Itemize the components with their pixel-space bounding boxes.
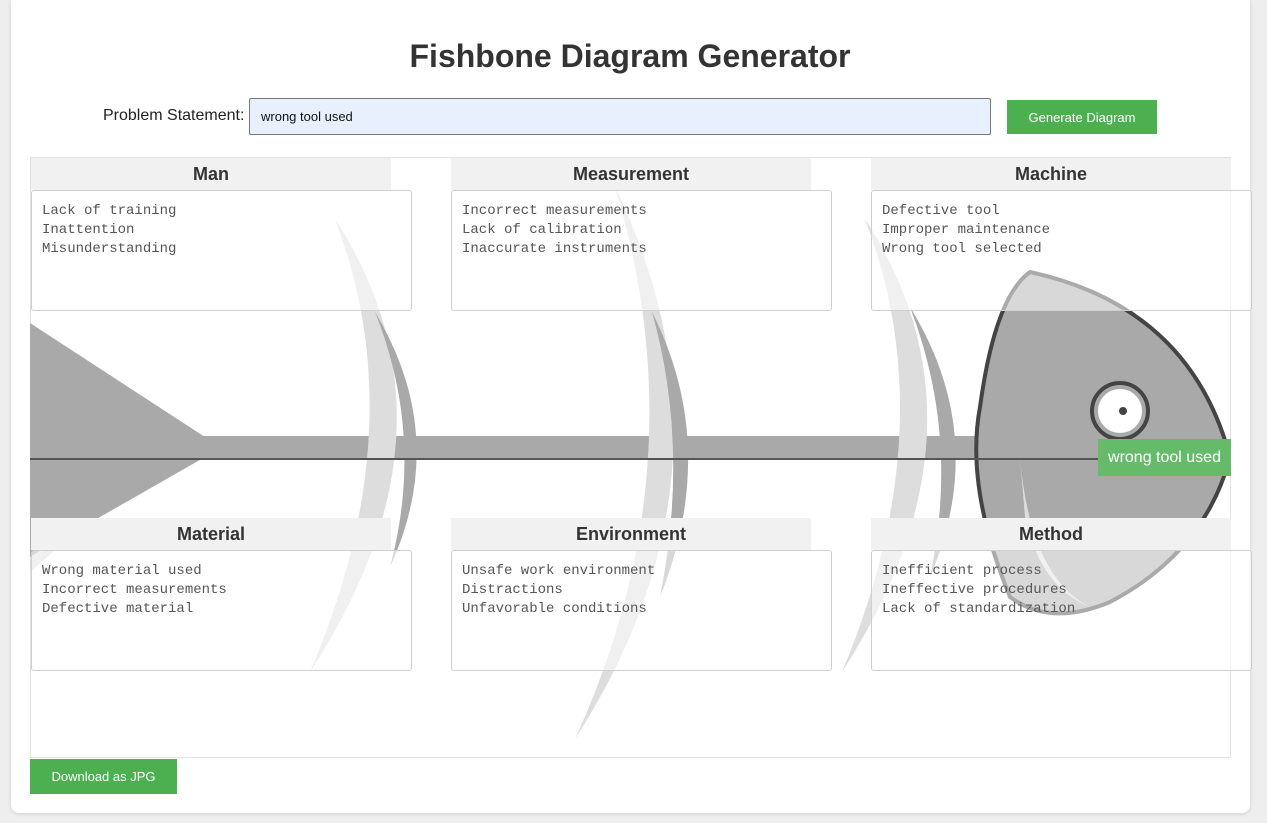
category-causes-method[interactable]: Inefficient process Ineffective procedur…	[871, 550, 1252, 671]
cause-item: Defective material	[42, 601, 194, 617]
problem-statement-label: Problem Statement:	[103, 107, 245, 124]
cause-item: Lack of standardization	[882, 601, 1076, 617]
problem-head-label: wrong tool used	[1098, 439, 1231, 476]
cause-item: Inaccurate instruments	[462, 241, 647, 257]
category-heading-machine: Machine	[871, 158, 1231, 190]
cause-item: Inattention	[42, 222, 135, 238]
fish-eye-pupil	[1119, 407, 1127, 415]
cause-item: Incorrect measurements	[42, 582, 227, 598]
cause-item: Unfavorable conditions	[462, 601, 647, 617]
cause-item: Distractions	[462, 582, 563, 598]
generate-diagram-button[interactable]: Generate Diagram	[1007, 100, 1157, 134]
category-heading-measurement: Measurement	[451, 158, 811, 190]
cause-item: Misunderstanding	[42, 241, 177, 257]
cause-item: Improper maintenance	[882, 222, 1051, 238]
cause-item: Defective tool	[882, 203, 1000, 219]
category-heading-material: Material	[31, 518, 391, 550]
category-heading-method: Method	[871, 518, 1231, 550]
cause-item: Inefficient process	[882, 563, 1042, 579]
cause-item: Lack of training	[42, 203, 177, 219]
category-heading-environment: Environment	[451, 518, 811, 550]
category-causes-environment[interactable]: Unsafe work environment Distractions Unf…	[451, 550, 832, 671]
cause-item: Wrong tool selected	[882, 241, 1042, 257]
problem-statement-input[interactable]	[249, 98, 991, 135]
cause-item: Incorrect measurements	[462, 203, 647, 219]
category-causes-material[interactable]: Wrong material used Incorrect measuremen…	[31, 550, 412, 671]
page-title: Fishbone Diagram Generator	[409, 38, 851, 74]
cause-item: Lack of calibration	[462, 222, 622, 238]
cause-item: Unsafe work environment	[462, 563, 656, 579]
cause-item: Wrong material used	[42, 563, 202, 579]
cause-item: Ineffective procedures	[882, 582, 1067, 598]
category-causes-machine[interactable]: Defective tool Improper maintenance Wron…	[871, 190, 1252, 311]
category-causes-man[interactable]: Lack of training Inattention Misundersta…	[31, 190, 412, 311]
category-causes-measurement[interactable]: Incorrect measurements Lack of calibrati…	[451, 190, 832, 311]
download-jpg-button[interactable]: Download as JPG	[30, 759, 177, 794]
category-heading-man: Man	[31, 158, 391, 190]
